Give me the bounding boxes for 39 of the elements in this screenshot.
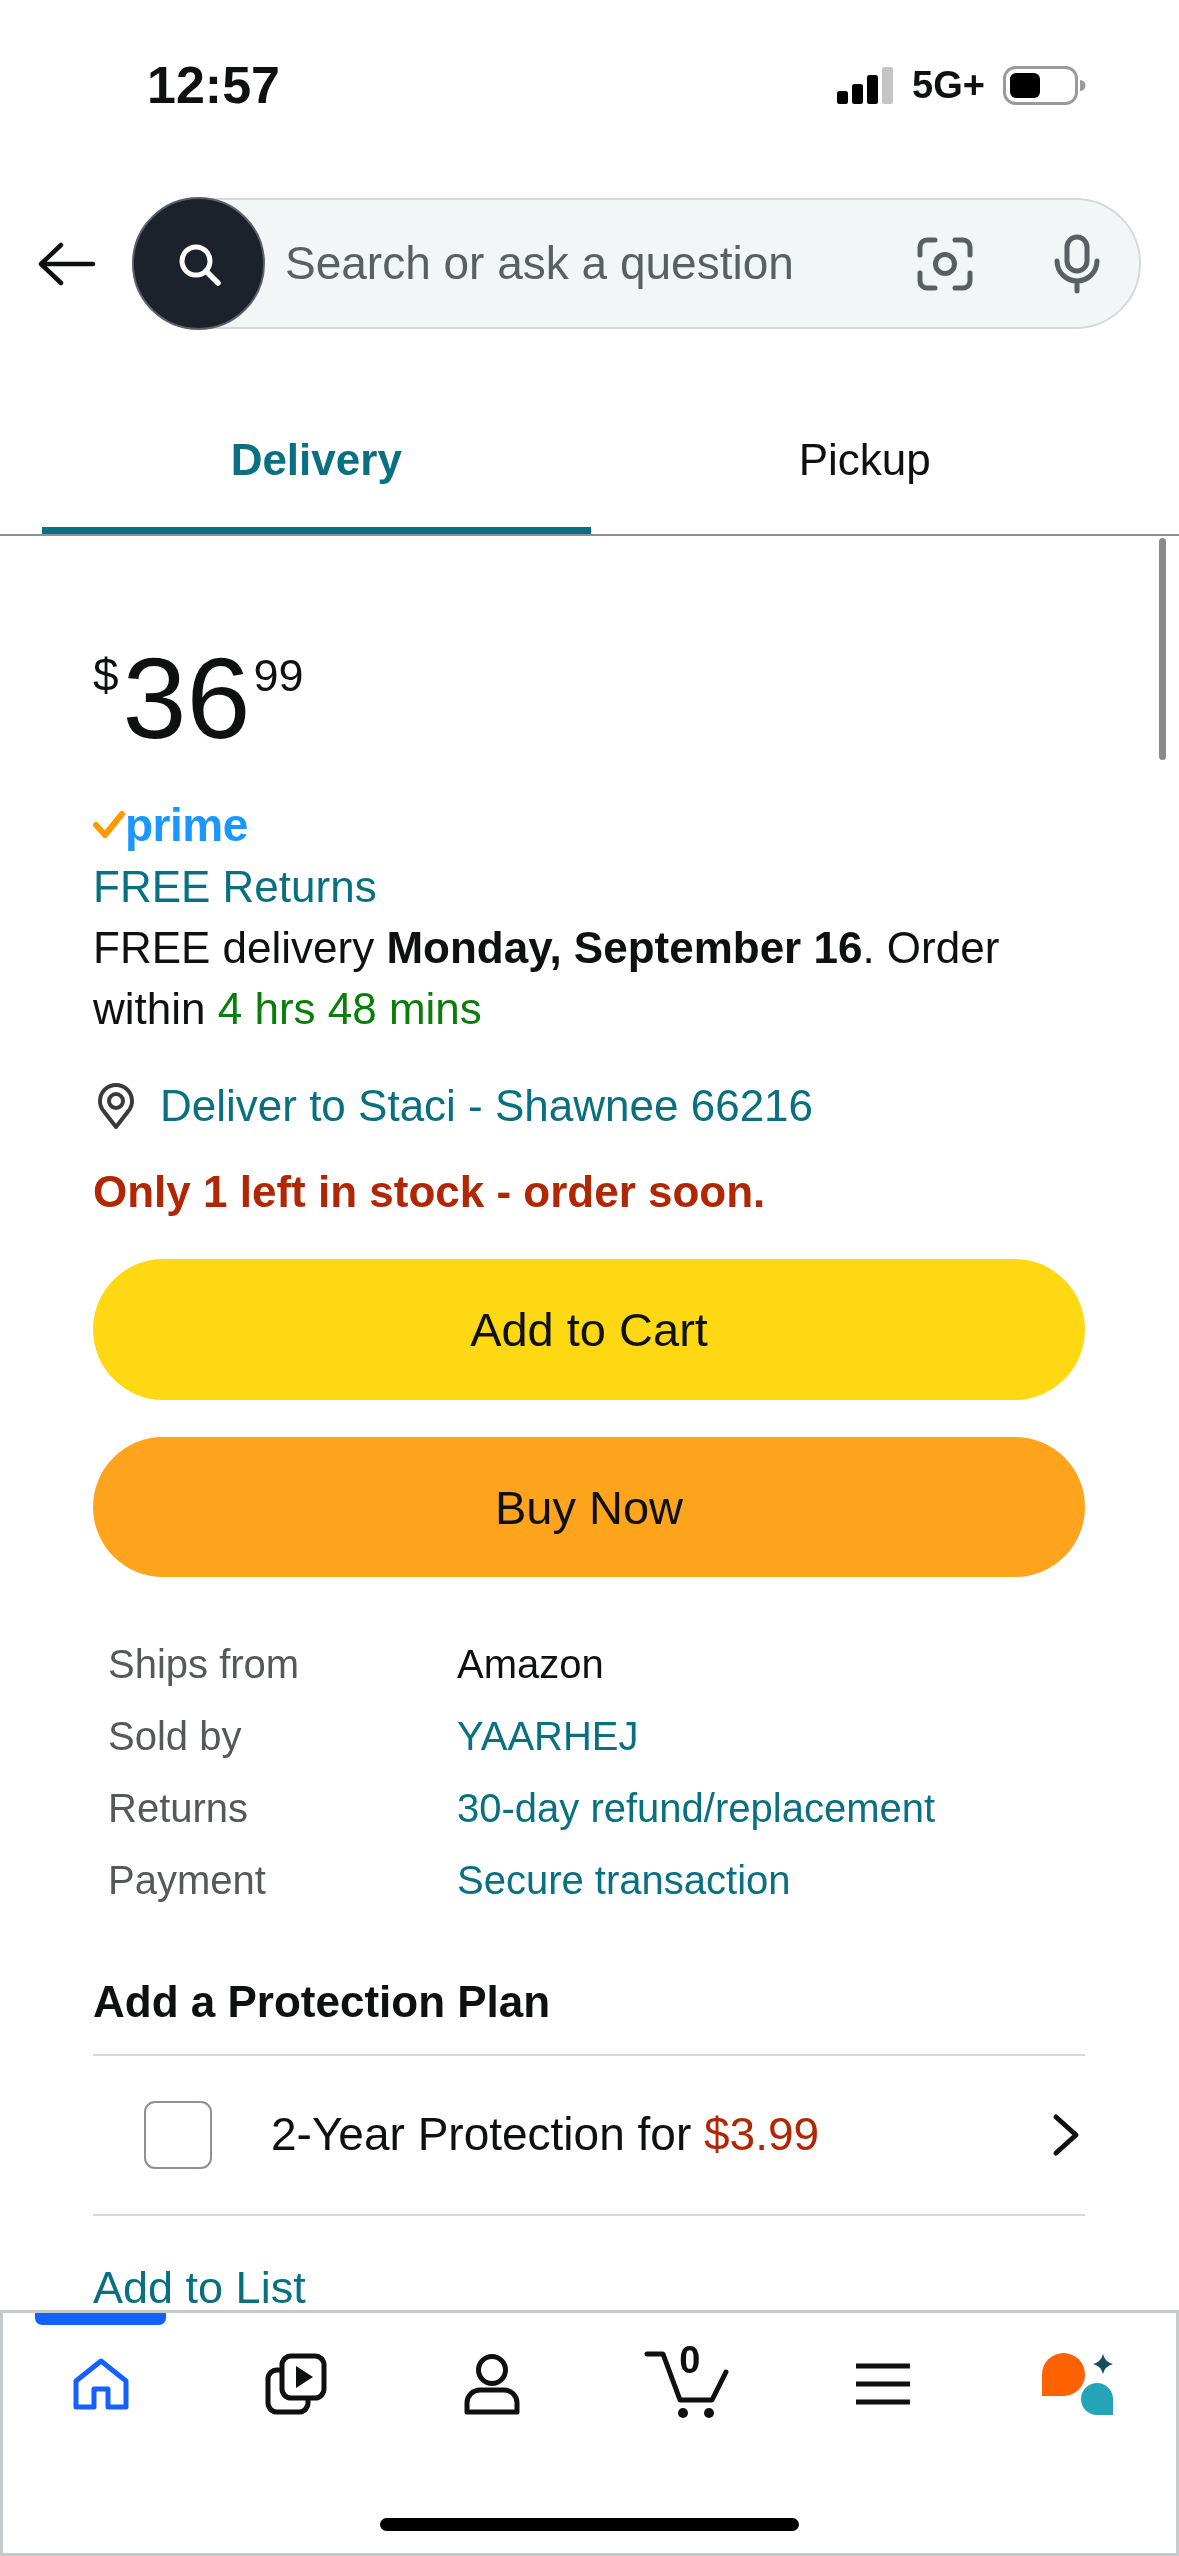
search-bar[interactable]: Search or ask a question <box>132 198 1141 329</box>
search-field[interactable]: Search or ask a question <box>285 233 917 294</box>
detail-link[interactable]: 30-day refund/replacement <box>457 1772 936 1844</box>
add-to-cart-button[interactable]: Add to Cart <box>93 1259 1085 1400</box>
back-button[interactable] <box>36 240 96 287</box>
detail-link[interactable]: YAARHEJ <box>457 1700 639 1772</box>
detail-value: Amazon <box>457 1641 604 1688</box>
detail-label: Ships from <box>108 1642 300 1686</box>
back-arrow-icon <box>36 240 96 287</box>
tab[interactable]: Pickup <box>590 406 1139 534</box>
checkbox[interactable] <box>144 2101 212 2169</box>
detail-label: Payment <box>108 1858 266 1902</box>
protection-option-text[interactable]: 2-Year Protection for $3.99 <box>271 2107 820 2163</box>
section-heading: Add a Protection Plan <box>93 1976 551 2028</box>
checkmark-icon <box>93 810 125 840</box>
buy-now-button[interactable]: Buy Now <box>93 1437 1085 1577</box>
person-icon <box>462 2353 521 2415</box>
menu-icon <box>853 2362 912 2406</box>
detail-label: Sold by <box>108 1714 242 1758</box>
clock-time: 12:57 <box>147 59 280 111</box>
detail-link[interactable]: Secure transaction <box>457 1844 791 1916</box>
home-icon <box>71 2357 130 2411</box>
play-video-icon <box>265 2353 328 2415</box>
add-to-list-link[interactable]: Add to List <box>93 2265 306 2310</box>
delivery-info: FREE delivery Monday, September 16. Order within 4 hrs 48 mins <box>93 922 1001 1035</box>
tab[interactable]: Delivery <box>42 406 591 534</box>
detail-label: Returns <box>108 1786 249 1830</box>
camera-icon[interactable] <box>917 236 973 291</box>
signal-icon <box>837 66 894 104</box>
free-returns-link[interactable]: FREE Returns <box>93 862 377 911</box>
network-label: 5G+ <box>912 66 985 104</box>
chevron-right-icon[interactable] <box>1051 2113 1081 2157</box>
battery-icon <box>1003 65 1086 105</box>
stock-warning: Only 1 left in stock - order soon. <box>93 1166 766 1218</box>
microphone-icon[interactable] <box>1052 233 1102 294</box>
chat-bubbles-icon <box>1042 2352 1115 2416</box>
cart-tab[interactable]: 0 <box>638 2339 737 2429</box>
cart-count: 0 <box>679 2341 701 2379</box>
deliver-to-link[interactable]: Deliver to Staci - Shawnee 66216 <box>160 1075 814 1136</box>
